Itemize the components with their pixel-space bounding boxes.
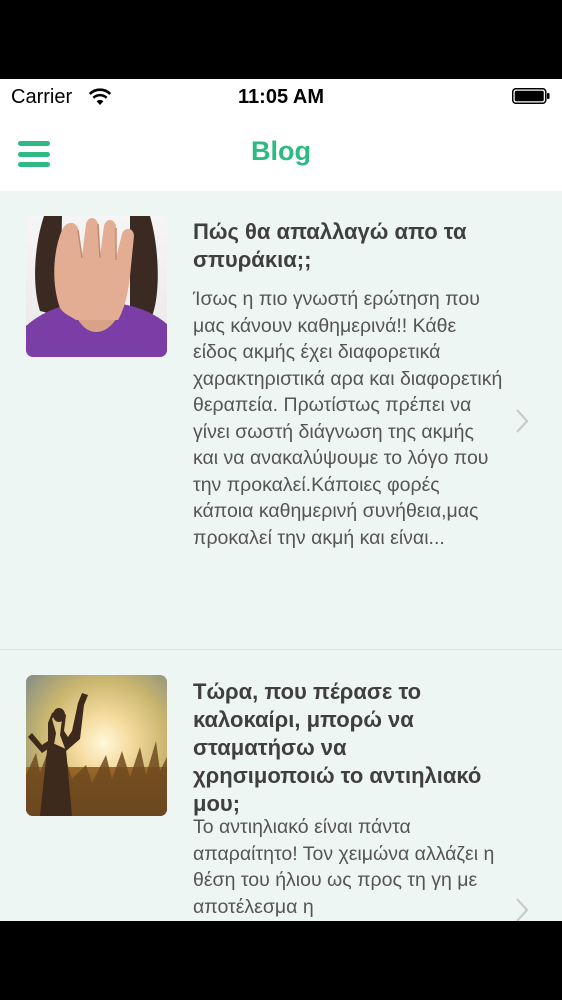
blog-post-list: Πώς θα απαλλαγώ απο τα σπυράκια;; Ίσως η… (0, 191, 562, 921)
status-bar: Carrier 11:05 AM (0, 79, 562, 115)
post-title: Τώρα, που πέρασε το καλοκαίρι, μπορώ να … (193, 679, 482, 816)
post-title: Πώς θα απαλλαγώ απο τα σπυράκια;; (193, 219, 467, 272)
woman-covering-face-photo (26, 216, 167, 357)
page-title: Blog (251, 136, 311, 166)
chevron-right-icon (516, 409, 529, 433)
woman-in-sunset-field-photo (26, 675, 167, 816)
blog-post-row[interactable]: Τώρα, που πέρασε το καλοκαίρι, μπορώ να … (0, 650, 562, 921)
post-excerpt: Το αντιηλιακό είναι πάντα απαραίτητο! Το… (193, 816, 495, 918)
clock-label: 11:05 AM (238, 86, 324, 108)
post-excerpt: Ίσως η πιο γνωστή ερώτηση που μας κάνουν… (193, 288, 503, 549)
battery-full-icon (512, 88, 550, 104)
chevron-right-icon (516, 898, 529, 921)
blog-post-row[interactable]: Πώς θα απαλλαγώ απο τα σπυράκια;; Ίσως η… (0, 191, 562, 650)
app-screen: Carrier 11:05 AM Blog Πώς θα απαλλαγώ απ… (0, 79, 562, 921)
navigation-bar: Blog (0, 115, 562, 191)
